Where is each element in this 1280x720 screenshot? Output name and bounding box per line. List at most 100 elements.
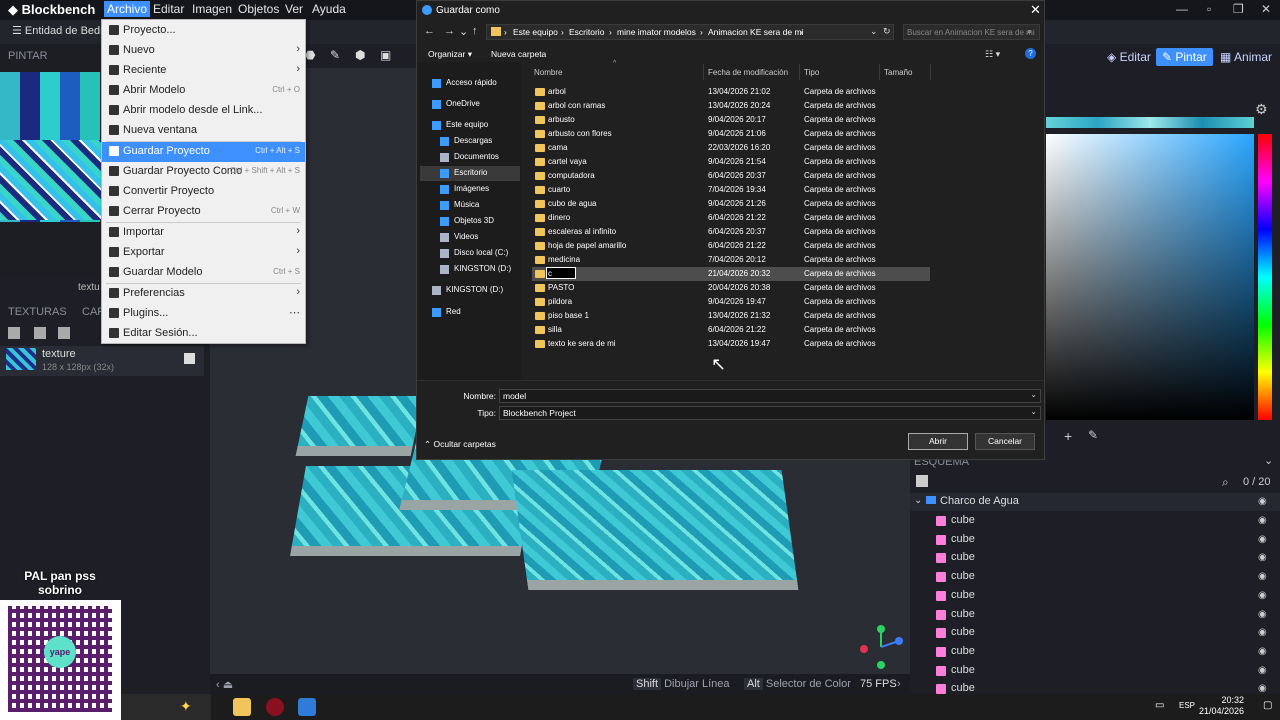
nav-item[interactable]: OneDrive xyxy=(420,97,520,112)
archivo-menu-item[interactable]: Abrir Modelo Ctrl + O xyxy=(102,81,305,101)
outliner-cube[interactable]: cube xyxy=(951,551,975,563)
nav-item[interactable]: KINGSTON (D:) xyxy=(420,262,520,277)
nav-item[interactable]: Imágenes xyxy=(420,182,520,197)
outliner-cube[interactable]: cube xyxy=(951,570,975,582)
blockbench-taskbar-icon[interactable] xyxy=(298,698,316,716)
nav-item[interactable]: Escritorio xyxy=(420,166,520,181)
organize-button[interactable]: Organizar ▾ xyxy=(428,49,472,60)
archivo-menu-item[interactable]: Proyecto... xyxy=(102,21,305,41)
hue-slider[interactable] xyxy=(1258,134,1272,420)
minimize-icon[interactable]: — xyxy=(1176,2,1188,16)
eye-icon[interactable]: ◉ xyxy=(1258,590,1267,601)
file-row[interactable]: dinero 6/04/2026 21:22 Carpeta de archivos xyxy=(532,211,930,225)
chevron-right-icon[interactable]: › xyxy=(897,678,901,690)
breadcrumb-item[interactable]: Escritorio xyxy=(569,27,604,37)
close-icon[interactable]: ✕ xyxy=(1030,2,1041,18)
open-button[interactable]: Abrir xyxy=(908,433,968,450)
file-row[interactable]: c 21/04/2026 20:32 Carpeta de archivos xyxy=(532,267,930,281)
file-row[interactable]: silla 6/04/2026 21:22 Carpeta de archivos xyxy=(532,323,930,337)
eye-icon[interactable]: ◉ xyxy=(1258,571,1267,582)
copilot-icon[interactable]: ✦ xyxy=(180,698,198,716)
col-header-size[interactable]: Tamaño xyxy=(884,68,912,77)
breadcrumb-item[interactable]: Animacion KE sera de mi xyxy=(708,27,803,37)
col-header-type[interactable]: Tipo xyxy=(804,68,819,77)
color-palette[interactable] xyxy=(1046,117,1254,128)
file-row[interactable]: medicina 7/04/2026 20:12 Carpeta de archiv… xyxy=(532,253,930,267)
file-row[interactable]: texto ke sera de mi 13/04/2026 19:47 Carpe… xyxy=(532,337,930,351)
view-options-icon[interactable]: ☷ ▾ xyxy=(985,49,1000,60)
archivo-menu-item[interactable]: Cerrar Proyecto Ctrl + W xyxy=(102,202,305,222)
file-row[interactable]: PASTO 20/04/2026 20:38 Carpeta de archivos xyxy=(532,281,930,295)
hide-folders-toggle[interactable]: ⌃ Ocultar carpetas xyxy=(424,439,496,450)
archivo-menu-item[interactable]: Convertir Proyecto xyxy=(102,182,305,202)
file-row[interactable]: arbol 13/04/2026 21:02 Carpeta de archivos xyxy=(532,85,930,99)
file-row[interactable]: pildora 9/04/2026 19:47 Carpeta de archivo… xyxy=(532,295,930,309)
more-icon[interactable]: ⋯ xyxy=(289,306,300,319)
save-all-textures-icon[interactable] xyxy=(58,327,70,339)
eyedropper-icon[interactable]: ✎ xyxy=(1088,428,1098,442)
save-icon[interactable] xyxy=(184,353,195,364)
eye-icon[interactable]: ◉ xyxy=(1258,683,1267,694)
eye-icon[interactable]: ◉ xyxy=(1258,627,1267,638)
column-divider[interactable] xyxy=(799,64,800,80)
column-divider[interactable] xyxy=(879,64,880,80)
file-row[interactable]: escaleras al infinito 6/04/2026 20:37 Carp… xyxy=(532,225,930,239)
archivo-menu-item[interactable]: Preferencias › xyxy=(102,284,305,304)
menu-objetos[interactable]: Objetos xyxy=(238,2,279,16)
archivo-menu-item[interactable]: Abrir modelo desde el Link... xyxy=(102,101,305,121)
file-row[interactable]: cama 22/03/2026 16:20 Carpeta de archivos xyxy=(532,141,930,155)
back-icon[interactable]: ← xyxy=(424,25,435,37)
brush-tool-icon[interactable]: ⬣ xyxy=(305,48,315,62)
outliner-cube[interactable]: cube xyxy=(951,533,975,545)
filename-input[interactable]: model ⌄ xyxy=(499,389,1041,403)
nav-item[interactable]: KINGSTON (D:) xyxy=(420,283,520,298)
nav-item[interactable]: Videos xyxy=(420,230,520,245)
outliner-cube[interactable]: cube xyxy=(951,645,975,657)
menu-ayuda[interactable]: Ayuda xyxy=(312,2,346,16)
mode-edit-button[interactable]: ◈ Editar xyxy=(1101,48,1157,66)
up-icon[interactable]: ↑ xyxy=(472,25,478,37)
eye-icon[interactable]: ◉ xyxy=(1258,609,1267,620)
eye-icon[interactable]: ◉ xyxy=(1258,515,1267,526)
close-icon[interactable]: ✕ xyxy=(1261,2,1271,16)
outliner-cube[interactable]: cube xyxy=(951,682,975,694)
menu-editar[interactable]: Editar xyxy=(153,2,184,16)
gear-icon[interactable]: ⚙ xyxy=(1255,101,1268,118)
nav-item[interactable]: Acceso rápido xyxy=(420,76,520,91)
file-row[interactable]: arbol con ramas 13/04/2026 20:24 Carpeta d… xyxy=(532,99,930,113)
color-picker[interactable] xyxy=(1046,134,1254,420)
restore-icon[interactable]: ▫ xyxy=(1207,2,1211,16)
create-texture-icon[interactable] xyxy=(34,327,46,339)
eye-icon[interactable]: ◉ xyxy=(1258,665,1267,676)
outliner-cube[interactable]: cube xyxy=(951,589,975,601)
clock[interactable]: 20:32 21/04/2026 xyxy=(1196,695,1244,717)
column-divider[interactable] xyxy=(703,64,704,80)
archivo-menu-item[interactable]: Nuevo › xyxy=(102,41,305,61)
outliner-cube[interactable]: cube xyxy=(951,664,975,676)
file-row[interactable]: piso base 1 13/04/2026 21:32 Carpeta de ar… xyxy=(532,309,930,323)
eye-icon[interactable]: ◉ xyxy=(1258,496,1267,507)
archivo-menu-item[interactable]: Guardar Proyecto Como Ctrl + Shift + Alt … xyxy=(102,162,305,182)
breadcrumb-item[interactable]: Este equipo xyxy=(513,27,558,37)
nav-item[interactable]: Descargas xyxy=(420,134,520,149)
file-row[interactable]: cartel vaya 9/04/2026 21:54 Carpeta de arc… xyxy=(532,155,930,169)
column-divider[interactable] xyxy=(930,64,931,80)
pencil-tool-icon[interactable]: ✎ xyxy=(330,48,340,62)
language-indicator[interactable]: ESP xyxy=(1179,701,1195,710)
archivo-menu-item[interactable]: Reciente › xyxy=(102,61,305,81)
archivo-menu-item[interactable]: Editar Sesión... xyxy=(102,324,305,344)
chevron-down-icon[interactable]: ⌄ xyxy=(870,26,878,37)
archivo-menu-item[interactable]: Importar › xyxy=(102,223,305,243)
nav-item[interactable]: Red xyxy=(420,305,520,320)
new-folder-button[interactable]: Nueva carpeta xyxy=(491,49,546,59)
archivo-menu-item[interactable]: Guardar Modelo Ctrl + S xyxy=(102,263,305,283)
outliner-cube[interactable]: cube xyxy=(951,514,975,526)
shape-tool-icon[interactable]: ▣ xyxy=(380,48,391,62)
axis-gizmo[interactable] xyxy=(858,624,904,670)
menu-ver[interactable]: Ver xyxy=(285,2,303,16)
refresh-icon[interactable]: ↻ xyxy=(883,26,891,37)
archivo-menu-item[interactable]: Exportar › xyxy=(102,243,305,263)
project-tab[interactable]: ☰ Entidad de Bedro xyxy=(12,24,110,37)
outliner-cube[interactable]: cube xyxy=(951,626,975,638)
menu-imagen[interactable]: Imagen xyxy=(192,2,232,16)
